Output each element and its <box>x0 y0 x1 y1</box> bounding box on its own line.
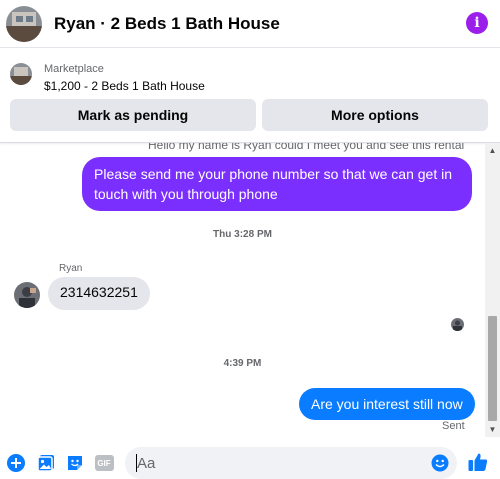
mark-as-pending-button[interactable]: Mark as pending <box>10 99 256 131</box>
plus-icon[interactable] <box>6 453 26 473</box>
message-input[interactable] <box>125 447 457 479</box>
thread-scrollbar[interactable]: ▲ ▼ <box>485 143 500 437</box>
truncated-message: Hello my name is Ryan could I meet you a… <box>148 143 465 152</box>
message-composer: GIF <box>0 443 500 479</box>
more-options-button[interactable]: More options <box>262 99 488 131</box>
conversation-title: Ryan · 2 Beds 1 Bath House <box>54 13 280 33</box>
timestamp: 4:39 PM <box>223 358 262 369</box>
thumbs-up-icon[interactable] <box>467 451 489 473</box>
listing-thumbnail[interactable] <box>10 63 32 85</box>
scroll-down-arrow-icon[interactable]: ▼ <box>485 422 500 437</box>
marketplace-listing-bar: Marketplace $1,200 - 2 Beds 1 Bath House… <box>0 48 500 143</box>
sender-name: Ryan <box>59 263 83 274</box>
photo-icon[interactable] <box>36 453 56 473</box>
listing-meta[interactable]: Marketplace $1,200 - 2 Beds 1 Bath House <box>44 63 205 93</box>
message-thread[interactable]: Hello my name is Ryan could I meet you a… <box>0 143 485 437</box>
conversation-header: Ryan · 2 Beds 1 Bath House i <box>0 0 500 48</box>
listing-source: Marketplace <box>44 63 104 75</box>
scroll-up-arrow-icon[interactable]: ▲ <box>485 143 500 158</box>
sender-avatar[interactable] <box>14 282 40 308</box>
read-receipt-avatar <box>451 318 464 331</box>
outgoing-message[interactable]: Please send me your phone number so that… <box>82 157 472 211</box>
text-caret <box>136 454 137 472</box>
scrollbar-thumb[interactable] <box>488 316 497 421</box>
timestamp: Thu 3:28 PM <box>213 229 272 240</box>
gif-label: GIF <box>94 455 114 471</box>
info-icon[interactable]: i <box>466 12 488 34</box>
sticker-icon[interactable] <box>65 453 85 473</box>
outgoing-message[interactable]: Are you interest still now <box>299 388 475 420</box>
contact-avatar[interactable] <box>6 5 42 42</box>
emoji-icon[interactable] <box>431 454 449 472</box>
gif-icon[interactable]: GIF <box>94 453 114 473</box>
message-status: Sent <box>442 420 465 432</box>
incoming-message[interactable]: 2314632251 <box>48 277 150 310</box>
listing-price-title: $1,200 - 2 Beds 1 Bath House <box>44 79 205 93</box>
